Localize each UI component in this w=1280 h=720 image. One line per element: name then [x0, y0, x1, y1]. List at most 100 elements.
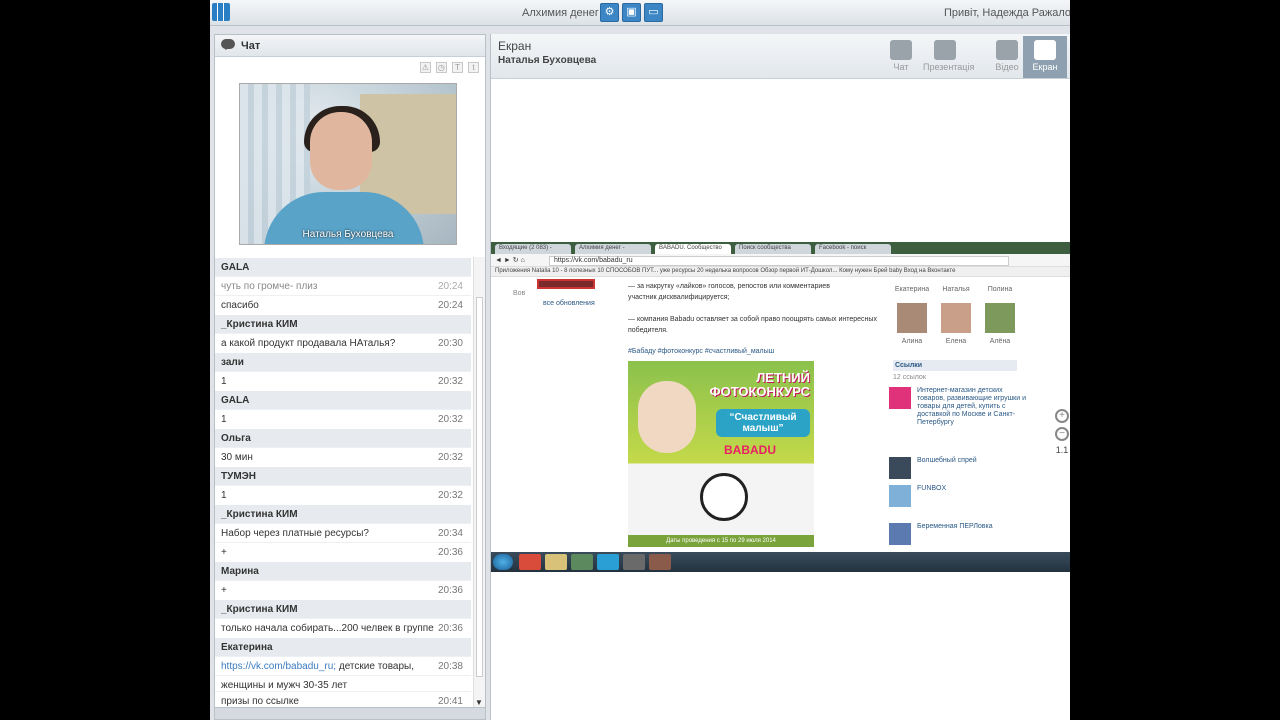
chat-message: а какой продукт продавала НАталья? 20:30: [215, 333, 471, 352]
left-caption: все обновления: [543, 300, 595, 307]
chat-author: _Кристина КИМ: [215, 504, 471, 523]
wall-label: Вов: [513, 290, 526, 297]
browser-tab[interactable]: Facebook - поиск: [815, 244, 891, 254]
video-name-label: Наталья Бухoвцева: [302, 229, 394, 240]
mode-button-presentation[interactable]: Презентація: [923, 36, 975, 78]
chat-message-time: 20:32: [437, 414, 463, 425]
link-3[interactable]: FUNBOX: [917, 485, 1027, 493]
warning-icon[interactable]: ⚠: [419, 62, 431, 73]
chat-message: 1 20:32: [215, 485, 471, 504]
babadu-link-icon: [889, 387, 911, 409]
link-4[interactable]: Беременная ПЕРЛовка: [917, 523, 1027, 531]
browser-tab[interactable]: Входящие (2 083) -: [495, 244, 571, 254]
post-line-4: победителя.: [628, 327, 668, 334]
app-window: Алхимия денег ⚙ ▣ ▭ Привіт, Надежда Ража…: [210, 0, 1070, 720]
post-line-3: — компания Babadu оставляет за собой пра…: [628, 316, 877, 323]
os-taskbar: [491, 552, 1070, 572]
skype-icon[interactable]: [597, 554, 619, 570]
chat-message-time: 20:32: [437, 490, 463, 501]
chat-message-text: спасибо: [221, 300, 259, 311]
browser-tab-strip: Входящие (2 083) - Алхимия денег - BABAD…: [491, 242, 1070, 254]
chat-message: только начала собирать...200 челвек в гр…: [215, 618, 471, 637]
spray-link-icon: [889, 457, 911, 479]
chat-message-text: призы по ссылке: [221, 696, 299, 707]
chat-message-time: 20:32: [437, 376, 463, 387]
browser-tab[interactable]: Поиск сообщества: [735, 244, 811, 254]
member-name[interactable]: Елена: [935, 337, 977, 346]
presentation-icon: [934, 40, 956, 60]
chat-message-time: 20:36: [437, 547, 463, 558]
presenter-video[interactable]: Наталья Бухoвцева: [239, 83, 457, 245]
browser-nav-icons: ◄ ► ↻ ⌂: [495, 257, 525, 264]
font-decrease-icon[interactable]: t: [468, 62, 479, 73]
app-logo-icon[interactable]: [212, 3, 230, 21]
chat-author: GALA: [215, 390, 471, 409]
app-icon[interactable]: [623, 554, 645, 570]
chat-scrollbar[interactable]: ▼: [473, 257, 485, 707]
poster-child: [638, 381, 696, 453]
user-greeting[interactable]: Привіт, Надежда Ражаловская: [944, 7, 1070, 19]
settings-gear-icon[interactable]: ⚙: [600, 3, 619, 22]
chat-message-text: 30 мин: [221, 452, 253, 463]
chat-header: Чат: [215, 35, 485, 57]
browser-url: https://vk.com/babadu_ru: [549, 256, 1009, 266]
top-bar: Алхимия денег ⚙ ▣ ▭ Привіт, Надежда Ража…: [210, 0, 1070, 26]
screen-panel: Екран Наталья Бухoвцева Чат Презентація Ві…: [490, 34, 1070, 720]
start-button-icon[interactable]: [493, 554, 513, 570]
post-line-2: участник дисквалифицируется;: [628, 294, 730, 301]
chat-message-time: 20:41: [437, 696, 463, 707]
screen-capture-icon[interactable]: [571, 554, 593, 570]
chrome-icon[interactable]: [519, 554, 541, 570]
folder-icon[interactable]: [545, 554, 567, 570]
zoom-in-icon[interactable]: +: [1055, 409, 1069, 423]
font-increase-icon[interactable]: T: [451, 62, 463, 73]
app-icon-2[interactable]: [649, 554, 671, 570]
link-2[interactable]: Волшебный спрей: [917, 457, 1027, 465]
mode-label: Презентація: [923, 62, 975, 72]
member-name[interactable]: Наталья: [935, 285, 977, 294]
browser-tab[interactable]: Алхимия денег -: [575, 244, 651, 254]
chat-input-bar[interactable]: [215, 707, 485, 719]
chat-message: чуть по громче- плиз 20:24: [215, 276, 471, 295]
chat-message: женщины и мужч 30-35 лет: [215, 675, 471, 691]
chat-message: Набор через платные ресурсы? 20:34: [215, 523, 471, 542]
shared-screen[interactable]: Входящие (2 083) - Алхимия денег - BABAD…: [491, 242, 1070, 572]
member-name[interactable]: Полина: [979, 285, 1021, 294]
lock-icon[interactable]: ▣: [622, 3, 641, 22]
chat-message: 1 20:32: [215, 409, 471, 428]
member-name[interactable]: Екатерина: [891, 285, 933, 294]
browser-tab[interactable]: BABADU. Сообщество: [655, 244, 731, 254]
chat-message-link[interactable]: https://vk.com/babadu_ru;: [221, 661, 336, 672]
clock-icon[interactable]: ◷: [435, 62, 447, 73]
funbox-link-icon: [889, 485, 911, 507]
app-title: Алхимия денег: [522, 7, 599, 19]
chat-message-text: +: [221, 585, 227, 596]
chat-message-time: 20:34: [437, 528, 463, 539]
chat-author: _Кристина КИМ: [215, 599, 471, 618]
member-name[interactable]: Алёна: [979, 337, 1021, 346]
link-1[interactable]: Интернет-магазин детских товаров, развив…: [917, 387, 1027, 427]
chat-message: 1 20:32: [215, 371, 471, 390]
chat-message-time: 20:38: [437, 661, 463, 672]
chat-author: GALA: [215, 257, 471, 276]
member-avatar[interactable]: [985, 303, 1015, 333]
chat-message: спасибо 20:24: [215, 295, 471, 314]
pregnant-link-icon: [889, 523, 911, 545]
chat-message-text: а какой продукт продавала НАталья?: [221, 338, 396, 349]
poster-subtitle: “Счастливый малыш”: [716, 409, 810, 437]
chat-message-text: +: [221, 547, 227, 558]
window-icon[interactable]: ▭: [644, 3, 663, 22]
chat-message-time: 20:32: [437, 452, 463, 463]
member-name[interactable]: Алина: [891, 337, 933, 346]
member-avatar[interactable]: [941, 303, 971, 333]
links-title: Ссылки: [893, 360, 1017, 371]
mode-button-chat[interactable]: Чат: [879, 36, 923, 78]
video-person-head: [310, 112, 372, 190]
mode-label: Чат: [893, 62, 909, 72]
zoom-out-icon[interactable]: −: [1055, 427, 1069, 441]
scrollbar-thumb[interactable]: [476, 297, 483, 677]
member-avatar[interactable]: [897, 303, 927, 333]
chat-message-time: 20:36: [437, 623, 463, 634]
mode-button-screen[interactable]: Екран: [1023, 36, 1067, 78]
scroll-down-icon[interactable]: ▼: [475, 698, 483, 707]
